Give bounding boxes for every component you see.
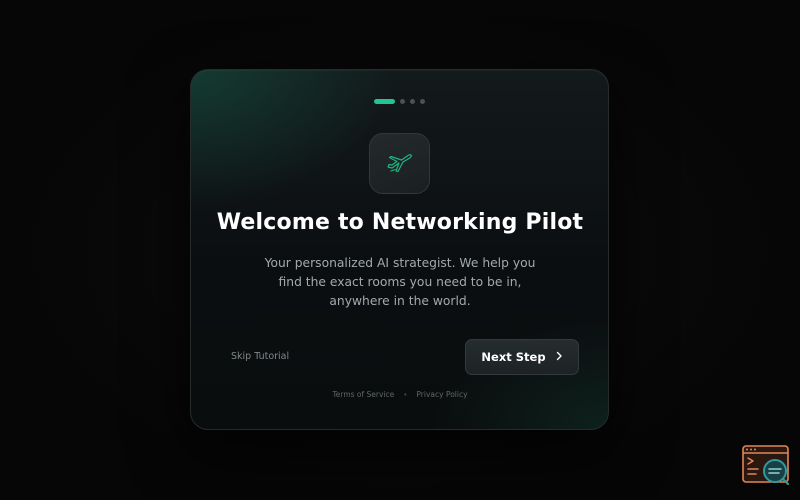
chevron-right-icon (555, 350, 563, 364)
page-subtitle: Your personalized AI strategist. We help… (264, 256, 536, 308)
privacy-policy-link[interactable]: Privacy Policy (416, 390, 467, 399)
step-indicator (374, 99, 425, 104)
app-stage: Welcome to Networking Pilot Your persona… (0, 0, 800, 500)
next-step-button[interactable]: Next Step (465, 339, 579, 375)
airplane-icon (386, 150, 414, 178)
step-dot (420, 99, 425, 104)
terms-of-service-link[interactable]: Terms of Service (332, 390, 394, 399)
terminal-search-icon[interactable] (742, 445, 790, 486)
page-title: Welcome to Networking Pilot (216, 210, 584, 235)
step-dot (410, 99, 415, 104)
app-logo (369, 133, 430, 194)
step-dot (400, 99, 405, 104)
step-dot-active (374, 99, 395, 104)
skip-tutorial-link[interactable]: Skip Tutorial (231, 351, 289, 362)
card-footer: Terms of Service • Privacy Policy (190, 390, 610, 399)
onboarding-card (190, 69, 609, 430)
footer-separator: • (403, 390, 408, 399)
next-step-label: Next Step (481, 350, 546, 364)
